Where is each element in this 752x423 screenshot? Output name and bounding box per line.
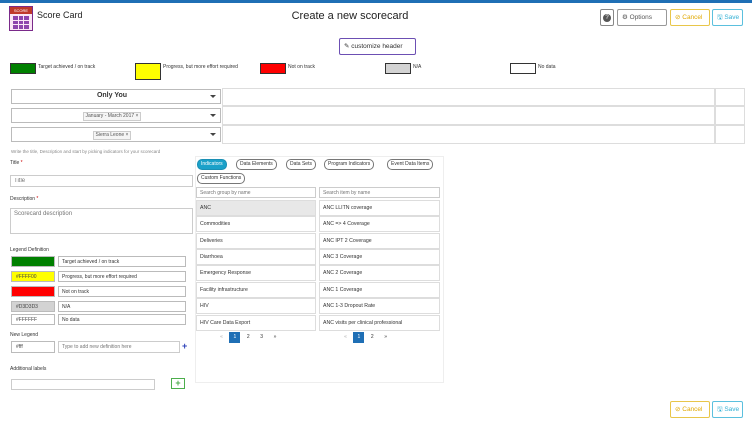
legend-name-field[interactable]: Target achieved / on track (58, 256, 186, 267)
tab-data-sets[interactable]: Data Sets (286, 159, 316, 170)
pager-page[interactable]: 1 (229, 332, 241, 343)
pager-prev[interactable]: « (340, 332, 351, 343)
org-unit-select[interactable]: Sierra Leone × (11, 127, 221, 142)
item-list-item[interactable]: ANC 2 Coverage (319, 265, 440, 281)
pager-prev[interactable]: « (216, 332, 227, 343)
item-list-item[interactable]: ANC 3 Coverage (319, 249, 440, 265)
pager-page[interactable]: 2 (367, 332, 378, 343)
form-hint: Write the title, Description and start b… (11, 149, 161, 154)
item-pagination: « 1 2 » (340, 332, 392, 343)
save-button[interactable]: 🖫 Save (712, 9, 743, 26)
legend-swatch-white (510, 63, 536, 74)
additional-labels-input[interactable] (11, 379, 155, 390)
question-icon: ? (603, 14, 611, 22)
new-legend-input[interactable] (58, 341, 180, 353)
chevron-down-icon (210, 95, 216, 98)
description-label: Description * (10, 196, 39, 202)
legend-color-field[interactable]: #FFFFFF (11, 314, 55, 325)
group-search-input[interactable] (196, 187, 316, 198)
tab-indicators[interactable]: Indicators (197, 159, 227, 170)
pager-next[interactable]: » (270, 332, 281, 343)
header-table-cell (715, 106, 745, 125)
item-list-item[interactable]: ANC visits per clinical professional (319, 315, 440, 331)
org-unit-mode-select[interactable]: Only You (11, 89, 221, 104)
customize-header-button[interactable]: ✎ customize header (339, 38, 416, 55)
legend-swatch-gray (385, 63, 411, 74)
header-table-cell (222, 125, 715, 144)
group-list-item[interactable]: ANC (196, 200, 316, 216)
legend-label-green: Target achieved / on track (38, 64, 96, 70)
group-list-item[interactable]: Diarrhoea (196, 249, 316, 265)
legend-swatch-yellow (135, 63, 161, 80)
legend-swatch-red (260, 63, 286, 74)
legend-color-field[interactable] (11, 256, 55, 267)
org-unit-mode-value: Only You (96, 92, 128, 99)
page-title: Create a new scorecard (291, 10, 409, 22)
legend-definition-label: Legend Definition (10, 247, 49, 253)
new-legend-color-field[interactable]: #fff (11, 341, 55, 353)
tab-program-indicators[interactable]: Program Indicators (324, 159, 375, 170)
title-label: Title * (10, 160, 23, 166)
org-unit-tag: Sierra Leone × (12, 131, 212, 140)
pager-next[interactable]: » (380, 332, 391, 343)
header-table-cell (715, 125, 745, 144)
legend-name-field[interactable]: Progress, but more effort required (58, 271, 186, 282)
header-table-cell (222, 106, 715, 125)
item-list-item[interactable]: ANC 1 Coverage (319, 282, 440, 298)
pager-page[interactable]: 2 (243, 332, 254, 343)
item-list-item[interactable]: ANC => 4 Coverage (319, 216, 440, 232)
period-select[interactable]: January - March 2017 × (11, 108, 221, 123)
options-button[interactable]: ⚙ Options (617, 9, 667, 26)
save-button-bottom[interactable]: 🖫 Save (712, 401, 743, 418)
header-table-cell (222, 88, 715, 106)
cancel-button[interactable]: ⊘ Cancel (670, 9, 710, 26)
legend-swatch-green (10, 63, 36, 74)
cancel-button-bottom[interactable]: ⊘ Cancel (670, 401, 710, 418)
group-pagination: « 1 2 3 » (216, 332, 282, 343)
additional-labels-label: Additional labels (10, 366, 47, 372)
pager-page[interactable]: 1 (353, 332, 365, 343)
legend-label-gray: N/A (413, 64, 422, 70)
group-list-item[interactable]: Emergency Response (196, 265, 316, 281)
legend-color-field[interactable]: #D3D3D3 (11, 301, 55, 312)
group-list-item[interactable]: Facility infrastructure (196, 282, 316, 298)
group-list-item[interactable]: Commodities (196, 216, 316, 232)
pager-page[interactable]: 3 (256, 332, 267, 343)
tab-custom-functions[interactable]: Custom Functions (197, 173, 246, 184)
group-list-item[interactable]: Deliveries (196, 233, 316, 249)
new-legend-label: New Legend (10, 332, 39, 338)
legend-color-field[interactable] (11, 286, 55, 297)
legend-name-field[interactable]: Not on track (58, 286, 186, 297)
legend-label-white: No data (538, 64, 556, 70)
help-button[interactable]: ? (600, 9, 614, 26)
group-list-item[interactable]: HIV (196, 298, 316, 314)
legend-label-yellow: Progress, but more effort required (163, 64, 238, 70)
title-input[interactable] (10, 175, 193, 187)
legend-name-field[interactable]: N/A (58, 301, 186, 312)
tab-data-elements[interactable]: Data Elements (236, 159, 277, 170)
org-unit-tag-label: Sierra Leone (95, 132, 125, 138)
item-search-input[interactable] (319, 187, 440, 198)
tab-event-data-items[interactable]: Event Data Items (387, 159, 434, 170)
legend-label-red: Not on track (288, 64, 315, 70)
add-label-button[interactable]: + (171, 378, 185, 389)
item-list-item[interactable]: ANC LLITN coverage (319, 200, 440, 216)
period-tag: January - March 2017 × (12, 112, 212, 121)
header-table-cell (715, 88, 745, 106)
legend-name-field[interactable]: No data (58, 314, 186, 325)
top-bar (0, 0, 752, 3)
legend-color-field[interactable]: #FFFF00 (11, 271, 55, 282)
item-list-item[interactable]: ANC IPT 2 Coverage (319, 233, 440, 249)
item-list-item[interactable]: ANC 1-3 Dropout Rate (319, 298, 440, 314)
chevron-down-icon (210, 114, 216, 117)
chevron-down-icon (210, 133, 216, 136)
add-legend-icon[interactable]: + (182, 341, 187, 351)
description-textarea[interactable] (10, 208, 193, 234)
period-tag-label: January - March 2017 (85, 113, 135, 119)
group-list-item[interactable]: HIV Care Data Export (196, 315, 316, 331)
